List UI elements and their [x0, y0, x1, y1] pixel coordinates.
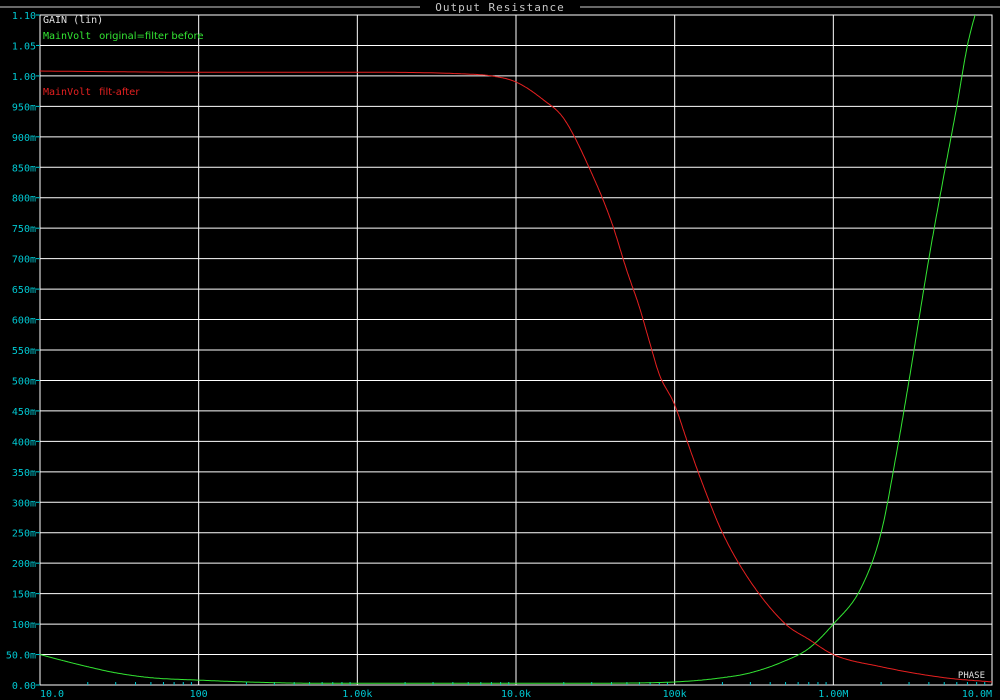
y-tick-label: 200m: [12, 559, 36, 570]
y-tick-label: 1.05: [12, 41, 36, 52]
y-tick-label: 850m: [12, 163, 36, 174]
y-tick-label: 600m: [12, 316, 36, 327]
x-tick-label: 10.0: [40, 689, 64, 700]
x-tick-label: 100: [190, 689, 208, 700]
x-tick-label: 1.00k: [342, 689, 372, 700]
y-tick-label: 950m: [12, 102, 36, 113]
x-tick-label: 10.0k: [501, 689, 531, 700]
y-tick-label: 800m: [12, 194, 36, 205]
x-tick-label: 10.0M: [962, 689, 992, 700]
y-tick-label: 1.00: [12, 72, 36, 83]
phase-annotation: PHASE: [958, 671, 985, 681]
y-tick-label: 100m: [12, 620, 36, 631]
y-axis-label: GAIN (lin): [43, 15, 103, 26]
y-tick-label: 450m: [12, 407, 36, 418]
y-axis-ticks: 0.00 50.0m 100m 150m 200m 250m 300m 350m 400m 450…: [6, 11, 40, 692]
y-tick-label: 550m: [12, 346, 36, 357]
y-tick-label: 250m: [12, 529, 36, 540]
chart-title: Output Resistance: [435, 1, 565, 14]
y-tick-label: 650m: [12, 285, 36, 296]
y-tick-label: 400m: [12, 437, 36, 448]
y-tick-label: 500m: [12, 376, 36, 387]
y-tick-label: 350m: [12, 468, 36, 479]
legend-series-name: original=filter before: [99, 31, 203, 42]
x-tick-label: 1.00M: [818, 689, 848, 700]
y-tick-label: 750m: [12, 224, 36, 235]
y-tick-label: 700m: [12, 255, 36, 266]
y-tick-label: 900m: [12, 133, 36, 144]
y-tick-label: 1.10: [12, 11, 36, 22]
y-tick-label: 0.00: [12, 681, 36, 692]
x-tick-label: 100k: [663, 689, 687, 700]
y-tick-label: 50.0m: [6, 651, 36, 662]
legend-prefix: MainVolt: [43, 87, 91, 98]
legend-prefix: MainVolt: [43, 31, 91, 42]
chart-svg: Output Resistance 0.00 50.0m 100m 150m 200m 2…: [0, 0, 1000, 700]
y-tick-label: 300m: [12, 498, 36, 509]
legend-series-name: filt-after: [99, 87, 140, 98]
y-tick-label: 150m: [12, 590, 36, 601]
